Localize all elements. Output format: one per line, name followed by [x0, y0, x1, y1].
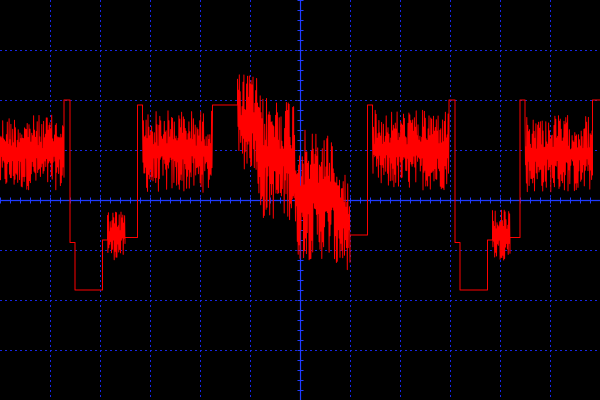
- oscilloscope-display: [0, 0, 600, 400]
